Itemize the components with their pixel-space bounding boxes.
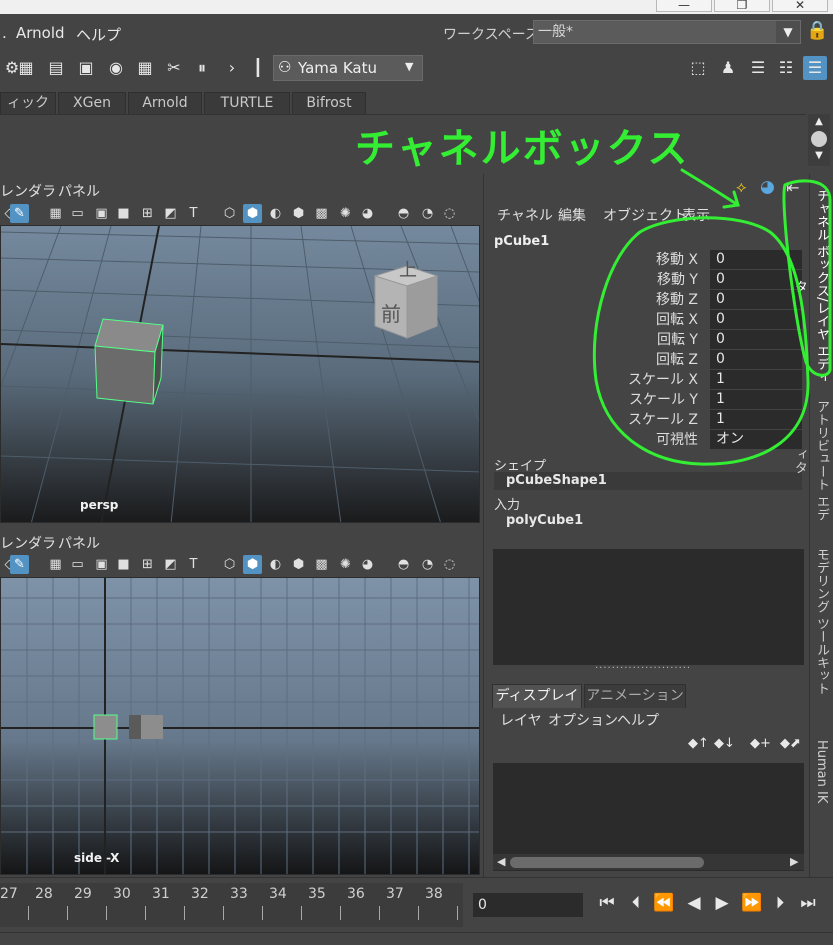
annotation-arrow bbox=[680, 168, 740, 207]
annotation-overlay bbox=[592, 168, 832, 466]
annotation-circle bbox=[592, 216, 810, 466]
